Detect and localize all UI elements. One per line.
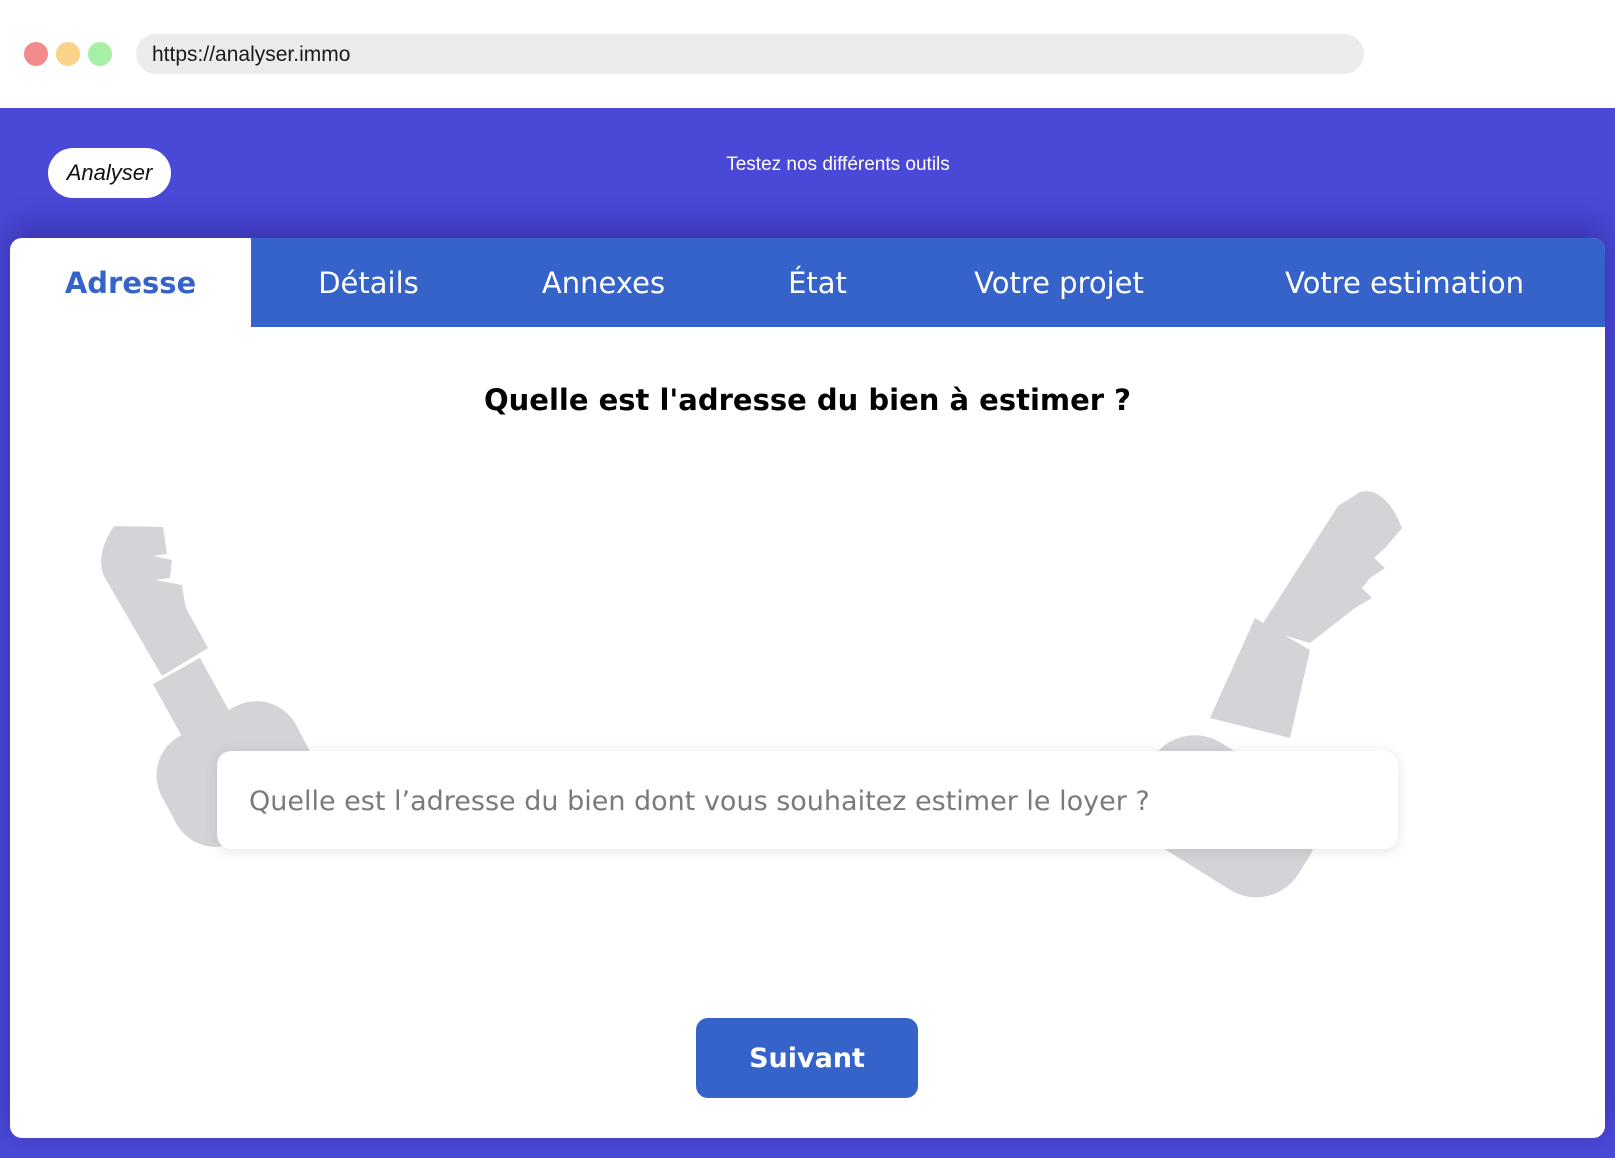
next-button[interactable]: Suivant	[696, 1018, 918, 1098]
browser-window: https://analyser.immo Analyser Testez no…	[0, 0, 1615, 1158]
minimize-window-icon[interactable]	[56, 42, 80, 66]
header-tagline: Testez nos différents outils	[726, 154, 950, 175]
address-input[interactable]	[247, 751, 1371, 851]
estimation-card: Adresse Détails Annexes État Votre proje…	[10, 238, 1605, 1138]
maximize-window-icon[interactable]	[88, 42, 112, 66]
address-search-box	[217, 751, 1398, 851]
close-window-icon[interactable]	[24, 42, 48, 66]
decorative-keys	[101, 491, 1402, 898]
address-bar[interactable]: https://analyser.immo	[136, 34, 1364, 74]
app-background: Analyser Testez nos différents outils Ad…	[0, 108, 1615, 1158]
browser-chrome: https://analyser.immo	[0, 0, 1615, 108]
url-text: https://analyser.immo	[152, 43, 351, 66]
key-icon	[1134, 491, 1402, 898]
